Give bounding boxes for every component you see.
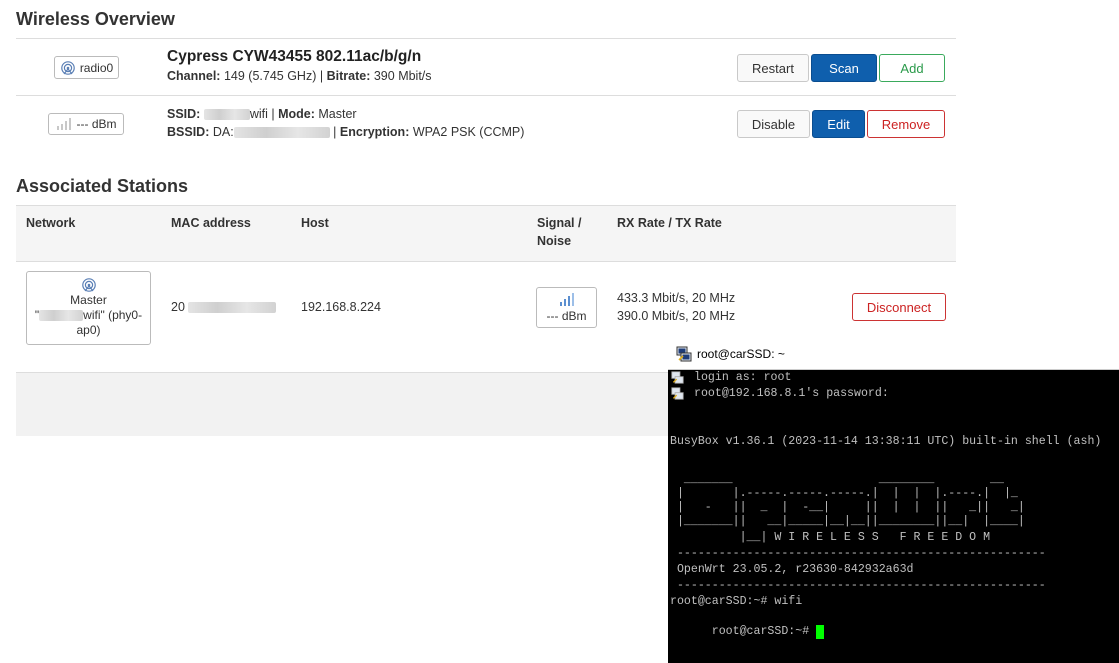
station-mac: 20 [171,300,276,314]
station-rx-rate: 433.3 Mbit/s, 20 MHz [617,291,736,305]
signal-badge-label: --- dBm [76,117,117,131]
scan-button[interactable]: Scan [811,54,877,82]
station-interface: ap0) [76,323,101,337]
signal-badge: --- dBm [48,113,124,135]
radio-badge-label: radio0 [79,60,114,75]
putty-icon [676,346,692,362]
station-mode: Master [70,293,107,307]
wifi-icon [61,60,75,75]
disconnect-button[interactable]: Disconnect [852,293,946,321]
terminal-line: | |.-----.-----.-----.| | | |.----.| |_ [670,487,1018,500]
radio-channel-info: Channel: 149 (5.745 GHz) | Bitrate: 390 … [167,69,432,83]
stations-table-header [16,205,956,262]
network-ssid-mode: SSID: wifi | Mode: Master [167,107,357,121]
station-signal-badge: --- dBm [536,287,597,328]
wifi-icon [81,278,96,292]
station-tx-rate: 390.0 Mbit/s, 20 MHz [617,309,736,323]
redacted-bssid [233,127,330,139]
column-mac-address: MAC address [171,216,251,230]
column-host: Host [301,216,329,230]
column-rx-tx-rate: RX Rate / TX Rate [617,216,722,230]
redacted-mac [187,302,276,314]
terminal-line: |__| W I R E L E S S F R E E D O M [670,531,991,544]
divider [16,95,956,96]
signal-bars-icon [559,292,574,306]
radio-device-name: Cypress CYW43455 802.11ac/b/g/n [167,48,422,65]
station-ssid: " wifi" (phy0- [34,308,143,322]
terminal-titlebar[interactable]: root@carSSD: ~ [668,339,1119,370]
redacted-ssid [203,109,250,121]
add-button[interactable]: Add [879,54,945,82]
edit-button[interactable]: Edit [812,110,865,138]
putty-icon [671,371,684,384]
radio-badge: radio0 [54,56,119,79]
wireless-overview-title: Wireless Overview [16,9,175,29]
terminal-line: ----------------------------------------… [670,579,1046,592]
terminal-line: OpenWrt 23.05.2, r23630-842932a63d [670,563,914,576]
remove-button[interactable]: Remove [867,110,945,138]
disable-button[interactable]: Disable [737,110,810,138]
putty-icon [671,387,684,400]
terminal-window[interactable]: root@carSSD: ~ login as: root root@192.1… [668,339,1119,663]
terminal-line: ----------------------------------------… [670,547,1046,560]
terminal-line: login as: root [694,371,792,384]
terminal-prompt-line: root@carSSD:~# [670,611,825,653]
column-signal: Signal / [537,216,582,230]
redacted-ssid [39,310,84,322]
associated-stations-title: Associated Stations [16,176,189,196]
terminal-line: root@carSSD:~# wifi [670,595,803,608]
terminal-line: | - || _ | -__| || | | || _|| _| [670,501,1025,514]
station-network-badge: Master " wifi" (phy0- ap0) [26,271,151,345]
column-noise: Noise [537,234,572,248]
terminal-line: BusyBox v1.36.1 (2023-11-14 13:38:11 UTC… [670,435,1102,448]
terminal-line: root@192.168.8.1's password: [694,387,889,400]
station-signal-label: --- dBm [546,308,587,323]
terminal-line: |_______|| __|_____|__|__||________||__|… [670,515,1025,528]
terminal-title: root@carSSD: ~ [697,347,785,361]
column-network: Network [26,216,76,230]
divider [16,38,956,39]
terminal-cursor [816,625,825,639]
terminal-line: _______ ________ __ [670,473,1004,486]
station-host: 192.168.8.224 [301,300,381,314]
signal-bars-icon [56,118,71,130]
network-bssid-encryption: BSSID: DA: | Encryption: WPA2 PSK (CCMP) [167,125,525,139]
restart-button[interactable]: Restart [737,54,809,82]
